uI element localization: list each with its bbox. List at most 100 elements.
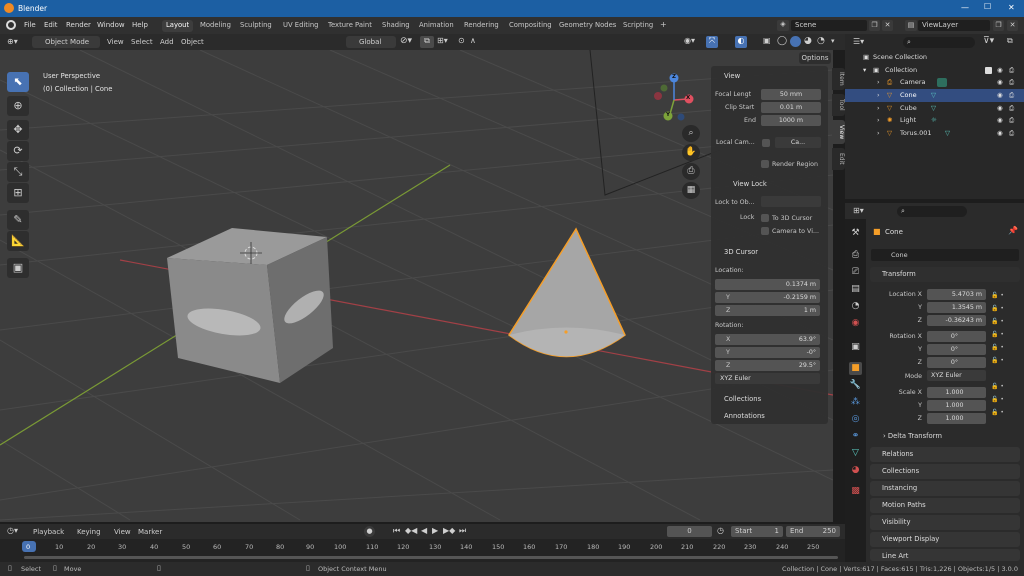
timeline-ruler[interactable]: 0 10 20 30 40 50 60 70 80 90 100 110 120…	[0, 539, 845, 562]
close-button[interactable]: ✕	[1008, 3, 1015, 12]
scale-tool-icon[interactable]: ⤡	[7, 162, 29, 182]
focal-length-field[interactable]: 50 mm	[761, 89, 821, 100]
torus-visibility-icon[interactable]: ◉	[997, 127, 1003, 140]
tab-edit[interactable]: Edit	[832, 148, 845, 170]
menu-view[interactable]: View	[107, 38, 124, 46]
motion-paths-section[interactable]: Motion Paths	[870, 498, 1020, 513]
menu-help[interactable]: Help	[132, 21, 148, 29]
wireframe-shading-icon[interactable]: ◯	[777, 36, 787, 46]
menu-add[interactable]: Add	[160, 38, 174, 46]
expand-icon[interactable]: ›	[877, 114, 880, 127]
ortho-toggle-icon[interactable]: ▦	[682, 182, 700, 199]
material-tab-icon[interactable]: ◕	[849, 464, 862, 477]
cone-visibility-icon[interactable]: ◉	[997, 89, 1003, 102]
expand-icon[interactable]: ›	[877, 89, 880, 102]
tab-tool[interactable]: Tool	[832, 94, 845, 116]
tab-shading[interactable]: Shading	[378, 20, 414, 32]
mode-dropdown[interactable]: Object Mode	[32, 36, 100, 48]
tab-uv-editing[interactable]: UV Editing	[279, 20, 322, 32]
annotations-section[interactable]: Annotations	[724, 412, 765, 420]
camera-to-view-checkbox[interactable]	[761, 227, 769, 235]
expand-icon[interactable]: ›	[877, 102, 880, 115]
collection-render-icon[interactable]: ⎙	[1009, 64, 1014, 77]
play-icon[interactable]: ▶	[432, 526, 438, 535]
cursor-rotation-z[interactable]: 29.5°	[715, 360, 820, 371]
overlay-toggle-icon[interactable]: ◐	[735, 36, 747, 48]
snap-target-icon[interactable]: ⊞▾	[437, 36, 448, 45]
lock-to-object-field[interactable]	[761, 196, 821, 207]
editor-type-icon[interactable]: ⊕▾	[7, 37, 18, 46]
gizmo-toggle-icon[interactable]: ⤧	[706, 36, 718, 48]
tool-tab-icon[interactable]: ⚒	[849, 227, 862, 240]
jump-end-icon[interactable]: ⏭	[459, 526, 466, 536]
object-name-field[interactable]: Cone	[871, 249, 1019, 261]
clip-end-field[interactable]: 1000 m	[761, 115, 821, 126]
cube-visibility-icon[interactable]: ◉	[997, 102, 1003, 115]
outliner-item-cone[interactable]: › ▽ Cone ▽ ◉ ⎙	[845, 89, 1024, 102]
orientation-dropdown[interactable]: Global	[346, 36, 396, 48]
instancing-section[interactable]: Instancing	[870, 481, 1020, 496]
outliner-item-torus[interactable]: › ▽ Torus.001 ▽ ◉ ⎙	[845, 127, 1024, 140]
properties-search[interactable]: ⌕	[897, 206, 967, 217]
outliner-item-light[interactable]: › ✺ Light ☼ ◉ ⎙	[845, 114, 1024, 127]
tab-scripting[interactable]: Scripting	[619, 20, 657, 32]
proportional-edit-icon[interactable]: ⊙	[458, 36, 465, 45]
location-z-field[interactable]: -0.36243 m	[927, 315, 986, 326]
visibility-icon[interactable]: ◉▾	[684, 36, 695, 45]
zoom-icon[interactable]: ⌕	[682, 125, 700, 142]
3d-viewport[interactable]: User Perspective (0) Collection | Cone O…	[0, 50, 833, 522]
menu-playback[interactable]: Playback	[33, 528, 64, 536]
rotation-y-field[interactable]: 0°	[927, 344, 986, 355]
outliner-scene-collection[interactable]: ▣ Scene Collection	[845, 51, 1024, 64]
view-layer-tab-icon[interactable]: ▤	[849, 283, 862, 296]
camera-render-icon[interactable]: ⎙	[1009, 76, 1014, 89]
solid-shading-icon[interactable]	[790, 36, 801, 47]
cursor-location-y[interactable]: -0.2159 m	[715, 292, 820, 303]
expand-icon[interactable]: ▾	[863, 64, 866, 77]
tab-view[interactable]: View	[832, 120, 845, 144]
expand-icon[interactable]: ›	[877, 127, 880, 140]
render-tab-icon[interactable]: ⎙	[849, 249, 862, 262]
xray-icon[interactable]: ▣	[763, 36, 771, 45]
light-visibility-icon[interactable]: ◉	[997, 114, 1003, 127]
cursor-rotation-x[interactable]: 63.9°	[715, 334, 820, 345]
start-frame-field[interactable]: Start 1	[731, 526, 783, 537]
rotation-x-field[interactable]: 0°	[927, 331, 986, 342]
outliner-item-camera[interactable]: › ⎙ Camera ◉ ⎙	[845, 76, 1024, 89]
rotation-z-field[interactable]: 0°	[927, 357, 986, 368]
menu-keying[interactable]: Keying	[77, 528, 101, 536]
rotation-mode-dropdown[interactable]: XYZ Euler	[927, 370, 986, 381]
filter-icon[interactable]: ⊽▾	[983, 36, 994, 46]
tab-layout[interactable]: Layout	[162, 20, 194, 32]
delta-transform-section[interactable]: › Delta Transform	[883, 432, 942, 440]
particles-tab-icon[interactable]: ⁂	[849, 396, 862, 409]
move-tool-icon[interactable]: ✥	[7, 120, 29, 140]
camera-visibility-icon[interactable]: ◉	[997, 76, 1003, 89]
navigation-gizmo[interactable]	[644, 72, 700, 128]
shading-options-icon[interactable]: ▾	[831, 37, 835, 45]
jump-start-icon[interactable]: ⏮	[393, 526, 400, 536]
menu-marker[interactable]: Marker	[138, 528, 162, 536]
falloff-icon[interactable]: ∧	[470, 36, 476, 45]
pin-icon[interactable]: 📌	[1008, 226, 1018, 235]
world-tab-icon[interactable]: ◉	[849, 317, 862, 330]
collections-section[interactable]: Collections	[870, 464, 1020, 479]
cube-render-icon[interactable]: ⎙	[1009, 102, 1014, 115]
texture-tab-icon[interactable]: ▩	[849, 485, 862, 498]
tab-item[interactable]: Item	[832, 68, 845, 90]
timeline-type-icon[interactable]: ◷▾	[7, 526, 18, 535]
scale-x-field[interactable]: 1.000	[927, 387, 986, 398]
torus-render-icon[interactable]: ⎙	[1009, 127, 1014, 140]
rendered-shading-icon[interactable]: ◔	[817, 36, 825, 46]
menu-render[interactable]: Render	[66, 21, 91, 29]
menu-object[interactable]: Object	[181, 38, 204, 46]
record-icon[interactable]: ●	[364, 526, 375, 537]
delete-view-layer-icon[interactable]: ✕	[1007, 20, 1018, 31]
pan-hand-icon[interactable]: ✋	[682, 144, 700, 161]
collections-section[interactable]: Collections	[724, 395, 761, 403]
options-button[interactable]: Options	[799, 52, 831, 64]
outliner-item-cube[interactable]: › ▽ Cube ▽ ◉ ⎙	[845, 102, 1024, 115]
view-layer-field[interactable]: ViewLayer	[918, 20, 990, 31]
add-workspace-button[interactable]: +	[656, 19, 671, 31]
view-lock-header[interactable]: View Lock	[733, 180, 767, 188]
